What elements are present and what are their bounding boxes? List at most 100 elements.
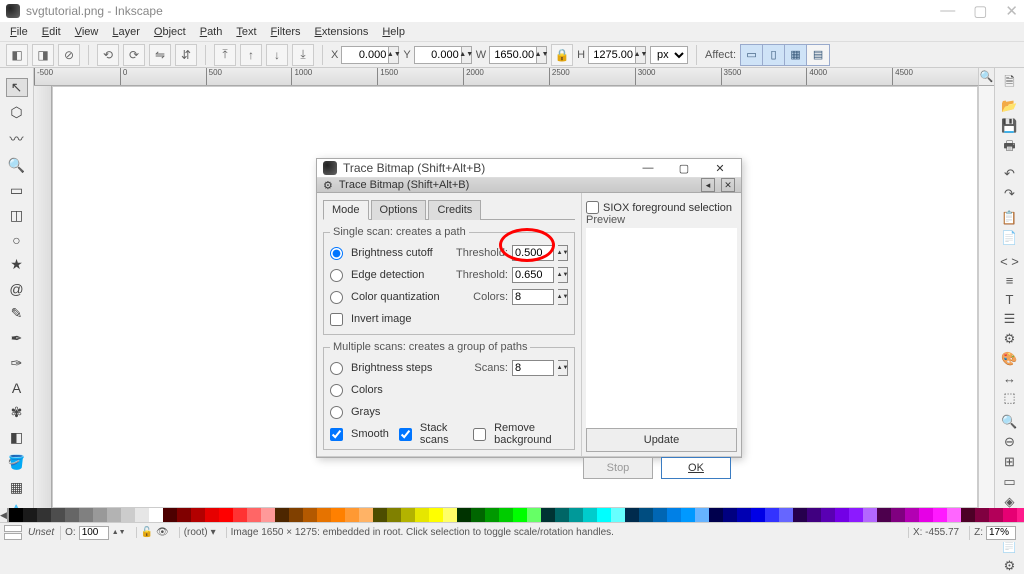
scrollbar-vertical[interactable] (978, 86, 994, 508)
tool-spray[interactable]: ✾ (6, 403, 28, 422)
cmd-undo[interactable]: ↶ (999, 166, 1021, 182)
tool-text[interactable]: A (6, 379, 28, 397)
remove-bg-label[interactable]: Remove background (494, 422, 568, 446)
palette-swatch[interactable] (737, 508, 751, 522)
tool-bucket[interactable]: 🪣 (6, 453, 28, 472)
tool-ellipse[interactable]: ○ (6, 231, 28, 249)
threshold2-spinner[interactable]: ▲▼ (558, 267, 568, 283)
brightness-steps-label[interactable]: Brightness steps (351, 362, 432, 374)
cmd-open[interactable]: 📂 (999, 98, 1021, 114)
cmd-prefs[interactable]: ⚙ (999, 558, 1021, 574)
threshold1-spinner[interactable]: ▲▼ (558, 245, 568, 261)
palette-scroll-left[interactable]: ◀ (0, 508, 7, 522)
palette-swatch[interactable] (121, 508, 135, 522)
scans-spinner[interactable]: ▲▼ (558, 360, 568, 376)
menu-extensions[interactable]: Extensions (309, 24, 375, 40)
palette-swatch[interactable] (933, 508, 947, 522)
zoom-input[interactable] (986, 526, 1016, 540)
palette-swatch[interactable] (821, 508, 835, 522)
palette-swatch[interactable] (23, 508, 37, 522)
flip-h-button[interactable]: ⇋ (149, 44, 171, 66)
palette-swatch[interactable] (905, 508, 919, 522)
menu-file[interactable]: File (4, 24, 34, 40)
palette-swatch[interactable] (443, 508, 457, 522)
invert-image-checkbox[interactable] (330, 313, 343, 326)
tool-eraser[interactable]: ◧ (6, 428, 28, 447)
palette-swatch[interactable] (597, 508, 611, 522)
tool-gradient[interactable]: ▦ (6, 478, 28, 497)
palette-swatch[interactable] (359, 508, 373, 522)
lower-bottom-button[interactable]: ⤓ (292, 44, 314, 66)
tool-3dbox[interactable]: ◫ (6, 206, 28, 225)
raise-button[interactable]: ↑ (240, 44, 262, 66)
palette-swatch[interactable] (415, 508, 429, 522)
palette-swatch[interactable] (849, 508, 863, 522)
tab-mode[interactable]: Mode (323, 200, 369, 220)
cmd-new[interactable]: 🗎 (999, 74, 1021, 94)
palette-swatch[interactable] (233, 508, 247, 522)
palette-swatch[interactable] (205, 508, 219, 522)
palette-swatch[interactable] (877, 508, 891, 522)
opacity-input[interactable] (79, 526, 109, 540)
edge-detection-label[interactable]: Edge detection (351, 269, 424, 281)
smooth-checkbox[interactable] (330, 428, 343, 441)
stack-label[interactable]: Stack scans (420, 422, 463, 446)
cmd-xml[interactable]: < > (999, 254, 1021, 269)
flip-v-button[interactable]: ⇵ (175, 44, 197, 66)
cmd-print[interactable]: 🖶 (999, 138, 1021, 158)
palette-swatch[interactable] (975, 508, 989, 522)
palette-swatch[interactable] (835, 508, 849, 522)
menu-text[interactable]: Text (230, 24, 262, 40)
invert-image-label[interactable]: Invert image (351, 313, 412, 325)
palette-swatch[interactable] (961, 508, 975, 522)
color-quant-label[interactable]: Color quantization (351, 291, 440, 303)
palette-swatch[interactable] (793, 508, 807, 522)
palette-swatch[interactable] (289, 508, 303, 522)
edge-detection-radio[interactable] (330, 269, 343, 282)
palette-swatch[interactable] (93, 508, 107, 522)
cmd-zoom-out[interactable]: ⊖ (999, 434, 1021, 450)
palette-swatch[interactable] (317, 508, 331, 522)
palette-swatch[interactable] (191, 508, 205, 522)
palette-swatch[interactable] (639, 508, 653, 522)
raise-top-button[interactable]: ⤒ (214, 44, 236, 66)
tool-bezier[interactable]: ✒ (6, 329, 28, 348)
palette-swatch[interactable] (107, 508, 121, 522)
cmd-transform[interactable]: ↔ (999, 371, 1021, 386)
palette-swatch[interactable] (569, 508, 583, 522)
cmd-save[interactable]: 💾 (999, 118, 1021, 134)
palette-swatch[interactable] (65, 508, 79, 522)
siox-label[interactable]: SIOX foreground selection (603, 202, 732, 214)
eye-icon[interactable]: 👁 (156, 527, 169, 538)
palette-swatch[interactable] (345, 508, 359, 522)
palette-swatch[interactable] (989, 508, 1003, 522)
palette-swatch[interactable] (247, 508, 261, 522)
rotate-ccw-button[interactable]: ⟲ (97, 44, 119, 66)
menu-path[interactable]: Path (194, 24, 229, 40)
cmd-redo[interactable]: ↷ (999, 186, 1021, 202)
y-input[interactable] (414, 46, 462, 64)
tool-zoom[interactable]: 🔍 (6, 156, 28, 175)
dialog-close-button[interactable]: ✕ (705, 159, 735, 177)
colors-spinner[interactable]: ▲▼ (558, 289, 568, 305)
palette-swatch[interactable] (919, 508, 933, 522)
brightness-steps-radio[interactable] (330, 362, 343, 375)
palette-swatch[interactable] (863, 508, 877, 522)
dialog-undock-button[interactable]: ◂ (701, 178, 715, 192)
palette-swatch[interactable] (149, 508, 163, 522)
threshold1-input[interactable] (512, 245, 554, 261)
window-close-button[interactable]: ✕ (1005, 2, 1018, 20)
dialog-inner-close-button[interactable]: ✕ (721, 178, 735, 192)
cmd-fill[interactable]: 🎨 (999, 351, 1021, 367)
cmd-copy[interactable]: 📋 (999, 210, 1021, 226)
remove-bg-checkbox[interactable] (473, 428, 486, 441)
palette-swatch[interactable] (625, 508, 639, 522)
palette-swatch[interactable] (583, 508, 597, 522)
deselect-button[interactable]: ⊘ (58, 44, 80, 66)
palette-swatch[interactable] (219, 508, 233, 522)
palette-swatch[interactable] (541, 508, 555, 522)
opacity-spinner[interactable]: ▲▼ (112, 529, 126, 536)
cmd-zoom-fit[interactable]: ⊞ (999, 454, 1021, 470)
affect-stroke-button[interactable]: ▭ (741, 45, 763, 65)
rotate-cw-button[interactable]: ⟳ (123, 44, 145, 66)
